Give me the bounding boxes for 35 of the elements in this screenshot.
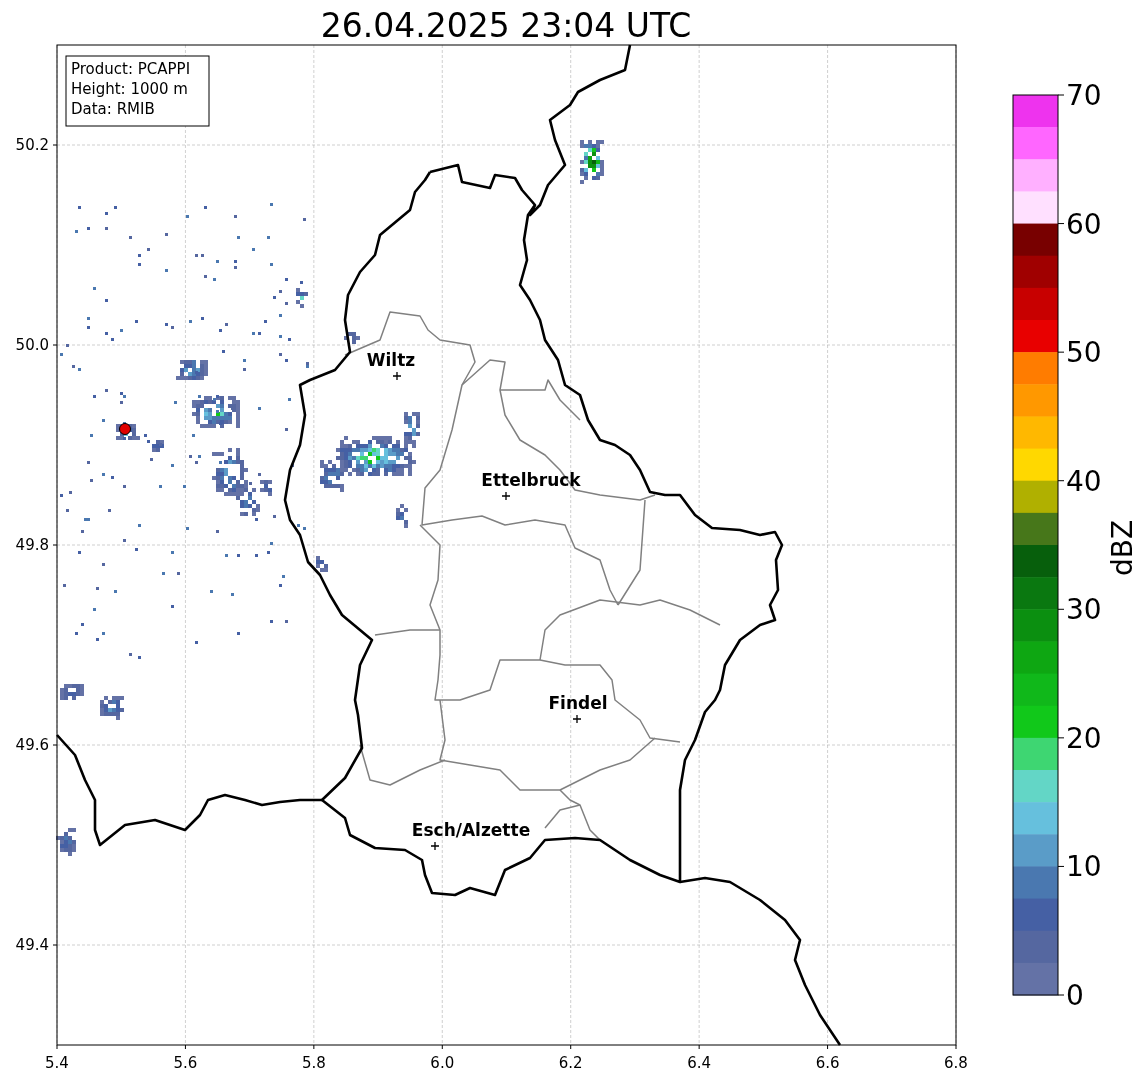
x-tick-label: 6.0 (430, 1054, 455, 1072)
colorbar-tick-label: 60 (1066, 207, 1102, 241)
colorbar-tick-label: 0 (1066, 979, 1084, 1012)
city-label: Esch/Alzette (411, 820, 531, 840)
radar-site-marker (119, 423, 131, 435)
colorbar-tick-label: 40 (1066, 464, 1102, 498)
colorbar-tick-label: 30 (1066, 593, 1102, 627)
x-tick-label: 5.6 (173, 1054, 198, 1072)
x-tick-label: 6.8 (944, 1054, 968, 1072)
info-text: Height: 1000 m (71, 80, 188, 98)
colorbar-label: dBZ (1106, 519, 1139, 577)
city-marker-icon (501, 491, 511, 501)
city-marker-icon (572, 714, 582, 724)
y-tick-label: 49.6 (15, 736, 49, 754)
chart-title: 26.04.2025 23:04 UTC (320, 6, 692, 45)
y-tick-label: 50.2 (15, 136, 49, 154)
info-text: Product: PCAPPI (71, 60, 191, 78)
x-tick-label: 5.4 (45, 1054, 69, 1072)
x-tick-label: 6.2 (558, 1054, 583, 1072)
y-tick-label: 50.0 (15, 336, 49, 354)
city-label: Findel (548, 693, 608, 713)
x-tick-label: 5.8 (301, 1054, 326, 1072)
x-tick-label: 6.6 (815, 1054, 840, 1072)
colorbar-tick-label: 10 (1066, 850, 1102, 884)
city-marker-icon (392, 371, 402, 381)
colorbar-tick-label: 20 (1066, 721, 1102, 755)
city-marker-icon (430, 841, 440, 851)
y-tick-label: 49.8 (15, 536, 49, 554)
y-tick-label: 49.4 (15, 936, 49, 954)
info-text: Data: RMIB (71, 100, 155, 118)
city-label: Ettelbruck (481, 470, 581, 490)
colorbar-tick-label: 70 (1066, 79, 1102, 112)
x-tick-label: 6.4 (687, 1054, 712, 1072)
colorbar-tick-label: 50 (1066, 336, 1102, 370)
city-label: Wiltz (366, 350, 416, 370)
